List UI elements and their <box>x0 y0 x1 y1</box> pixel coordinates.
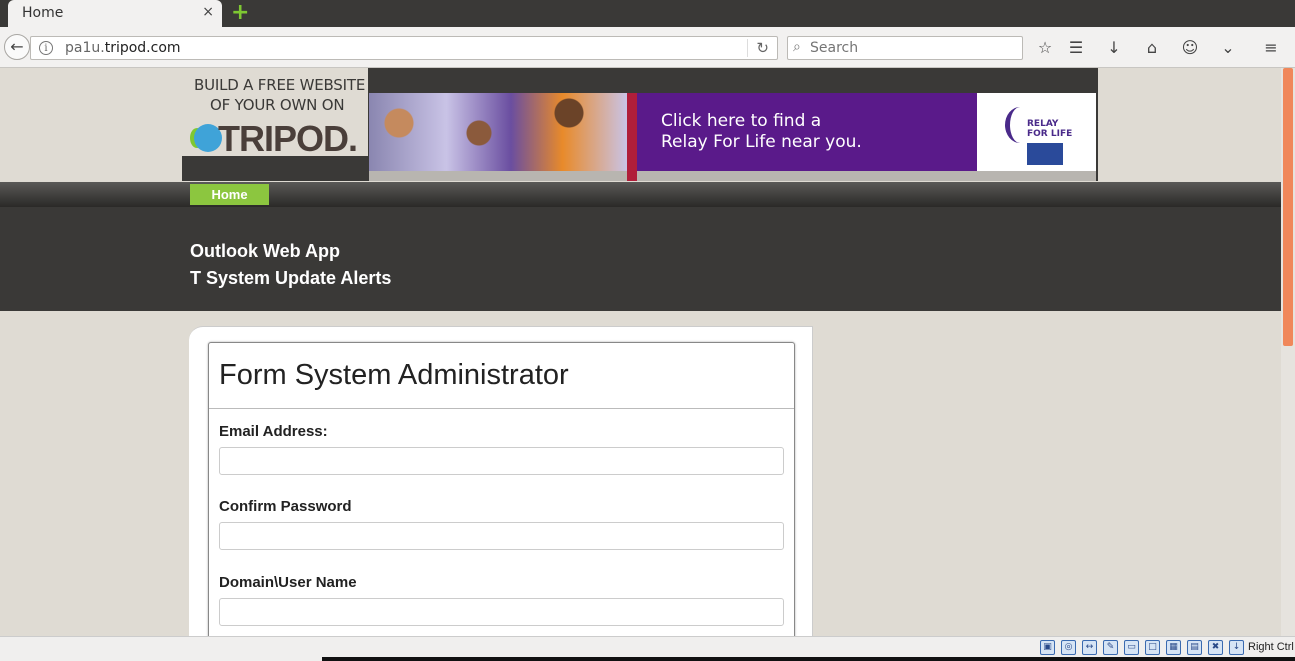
for-life-text: FOR LIFE <box>1027 129 1073 139</box>
host-key-label: Right Ctrl <box>1248 641 1294 653</box>
vm-display-icon[interactable]: □ <box>1145 640 1160 655</box>
password-label: Confirm Password <box>219 498 352 515</box>
vm-network-icon[interactable]: ▦ <box>1166 640 1181 655</box>
vm-pen-icon[interactable]: ✎ <box>1103 640 1118 655</box>
form-title: Form System Administrator <box>219 359 569 391</box>
form-divider <box>209 408 794 409</box>
taskbar-strip <box>322 657 1295 661</box>
scroll-thumb[interactable] <box>1283 68 1293 346</box>
navigation-toolbar: ← i pa1u.tripod.com ↻ ⌕ ☆ ☰ ↓ ⌂ ☺ ⌄ ≡ <box>0 27 1295 68</box>
promo-line1: BUILD A FREE WEBSITE <box>194 76 366 94</box>
ad-text-line2: Relay For Life near you. <box>661 132 862 152</box>
site-menu-bar: Home <box>0 182 1281 207</box>
promo-dark-strip <box>182 156 368 181</box>
menu-hamburger-icon[interactable]: ≡ <box>1260 37 1282 59</box>
ad-message-panel[interactable]: Click here to find a Relay For Life near… <box>637 93 977 171</box>
new-tab-icon[interactable]: + <box>231 2 249 24</box>
site-title-line1: Outlook Web App <box>190 241 340 261</box>
email-field[interactable] <box>219 447 784 475</box>
bookmark-star-icon[interactable]: ☆ <box>1034 37 1056 59</box>
download-arrow-icon[interactable]: ↓ <box>1103 37 1125 59</box>
password-field[interactable] <box>219 522 784 550</box>
ad-grey-strip <box>369 171 627 181</box>
chat-icon[interactable]: ☺ <box>1179 37 1201 59</box>
vm-keyboard-icon[interactable]: ↓ <box>1229 640 1244 655</box>
vm-storage-icon[interactable]: ▣ <box>1040 640 1055 655</box>
home-icon[interactable]: ⌂ <box>1141 37 1163 59</box>
site-header: Outlook Web App T System Update Alerts <box>0 207 1281 311</box>
username-field[interactable] <box>219 598 784 626</box>
login-form: Form System Administrator Email Address:… <box>208 342 795 636</box>
nav-home-link[interactable]: Home <box>190 184 269 205</box>
ad-bottom-strip <box>637 171 1096 181</box>
username-label: Domain\User Name <box>219 574 357 591</box>
reload-icon[interactable]: ↻ <box>747 39 769 57</box>
vm-cpu-icon[interactable]: ▤ <box>1187 640 1202 655</box>
email-label: Email Address: <box>219 423 328 440</box>
search-input[interactable] <box>810 37 1015 59</box>
ad-red-stripe <box>627 93 637 181</box>
tab-home[interactable]: Home × <box>8 0 222 27</box>
back-arrow-icon[interactable]: ← <box>4 34 30 60</box>
page-scrollbar[interactable] <box>1281 68 1295 636</box>
search-icon: ⌕ <box>793 39 801 55</box>
tab-title: Home <box>22 5 64 21</box>
pocket-icon[interactable]: ⌄ <box>1217 37 1239 59</box>
tripod-wordmark: TRIPOD. <box>218 118 358 159</box>
search-bar[interactable]: ⌕ <box>787 36 1023 60</box>
close-tab-icon[interactable]: × <box>202 4 214 20</box>
vm-mouse-icon[interactable]: ✖ <box>1208 640 1223 655</box>
vm-usb-icon[interactable]: ↔ <box>1082 640 1097 655</box>
relay-text: RELAY <box>1027 119 1059 129</box>
advertisement-banner[interactable]: Click here to find a Relay For Life near… <box>368 68 1098 181</box>
ad-photo <box>369 93 627 171</box>
url-text[interactable]: pa1u.tripod.com <box>65 40 181 56</box>
tripod-logo: TRIPOD. <box>190 118 364 159</box>
relay-for-life-logo: RELAY FOR LIFE <box>997 99 1077 165</box>
site-title-line2: T System Update Alerts <box>190 268 392 288</box>
promo-line2: OF YOUR OWN ON <box>210 96 345 114</box>
reading-list-icon[interactable]: ☰ <box>1065 37 1087 59</box>
acs-logo <box>1027 143 1063 165</box>
tab-bar: Home × + <box>0 0 1295 27</box>
content-card: Form System Administrator Email Address:… <box>189 326 813 636</box>
vm-status-bar: ▣ ◎ ↔ ✎ ▭ □ ▦ ▤ ✖ ↓ Right Ctrl <box>0 636 1295 661</box>
vm-optical-icon[interactable]: ◎ <box>1061 640 1076 655</box>
web-page: BUILD A FREE WEBSITE OF YOUR OWN ON TRIP… <box>0 68 1281 636</box>
url-bar[interactable]: i pa1u.tripod.com ↻ <box>30 36 778 60</box>
vm-folder-icon[interactable]: ▭ <box>1124 640 1139 655</box>
relay-logo-panel: RELAY FOR LIFE <box>977 93 1096 171</box>
ad-text-line1: Click here to find a <box>661 111 822 131</box>
info-icon[interactable]: i <box>39 41 53 55</box>
